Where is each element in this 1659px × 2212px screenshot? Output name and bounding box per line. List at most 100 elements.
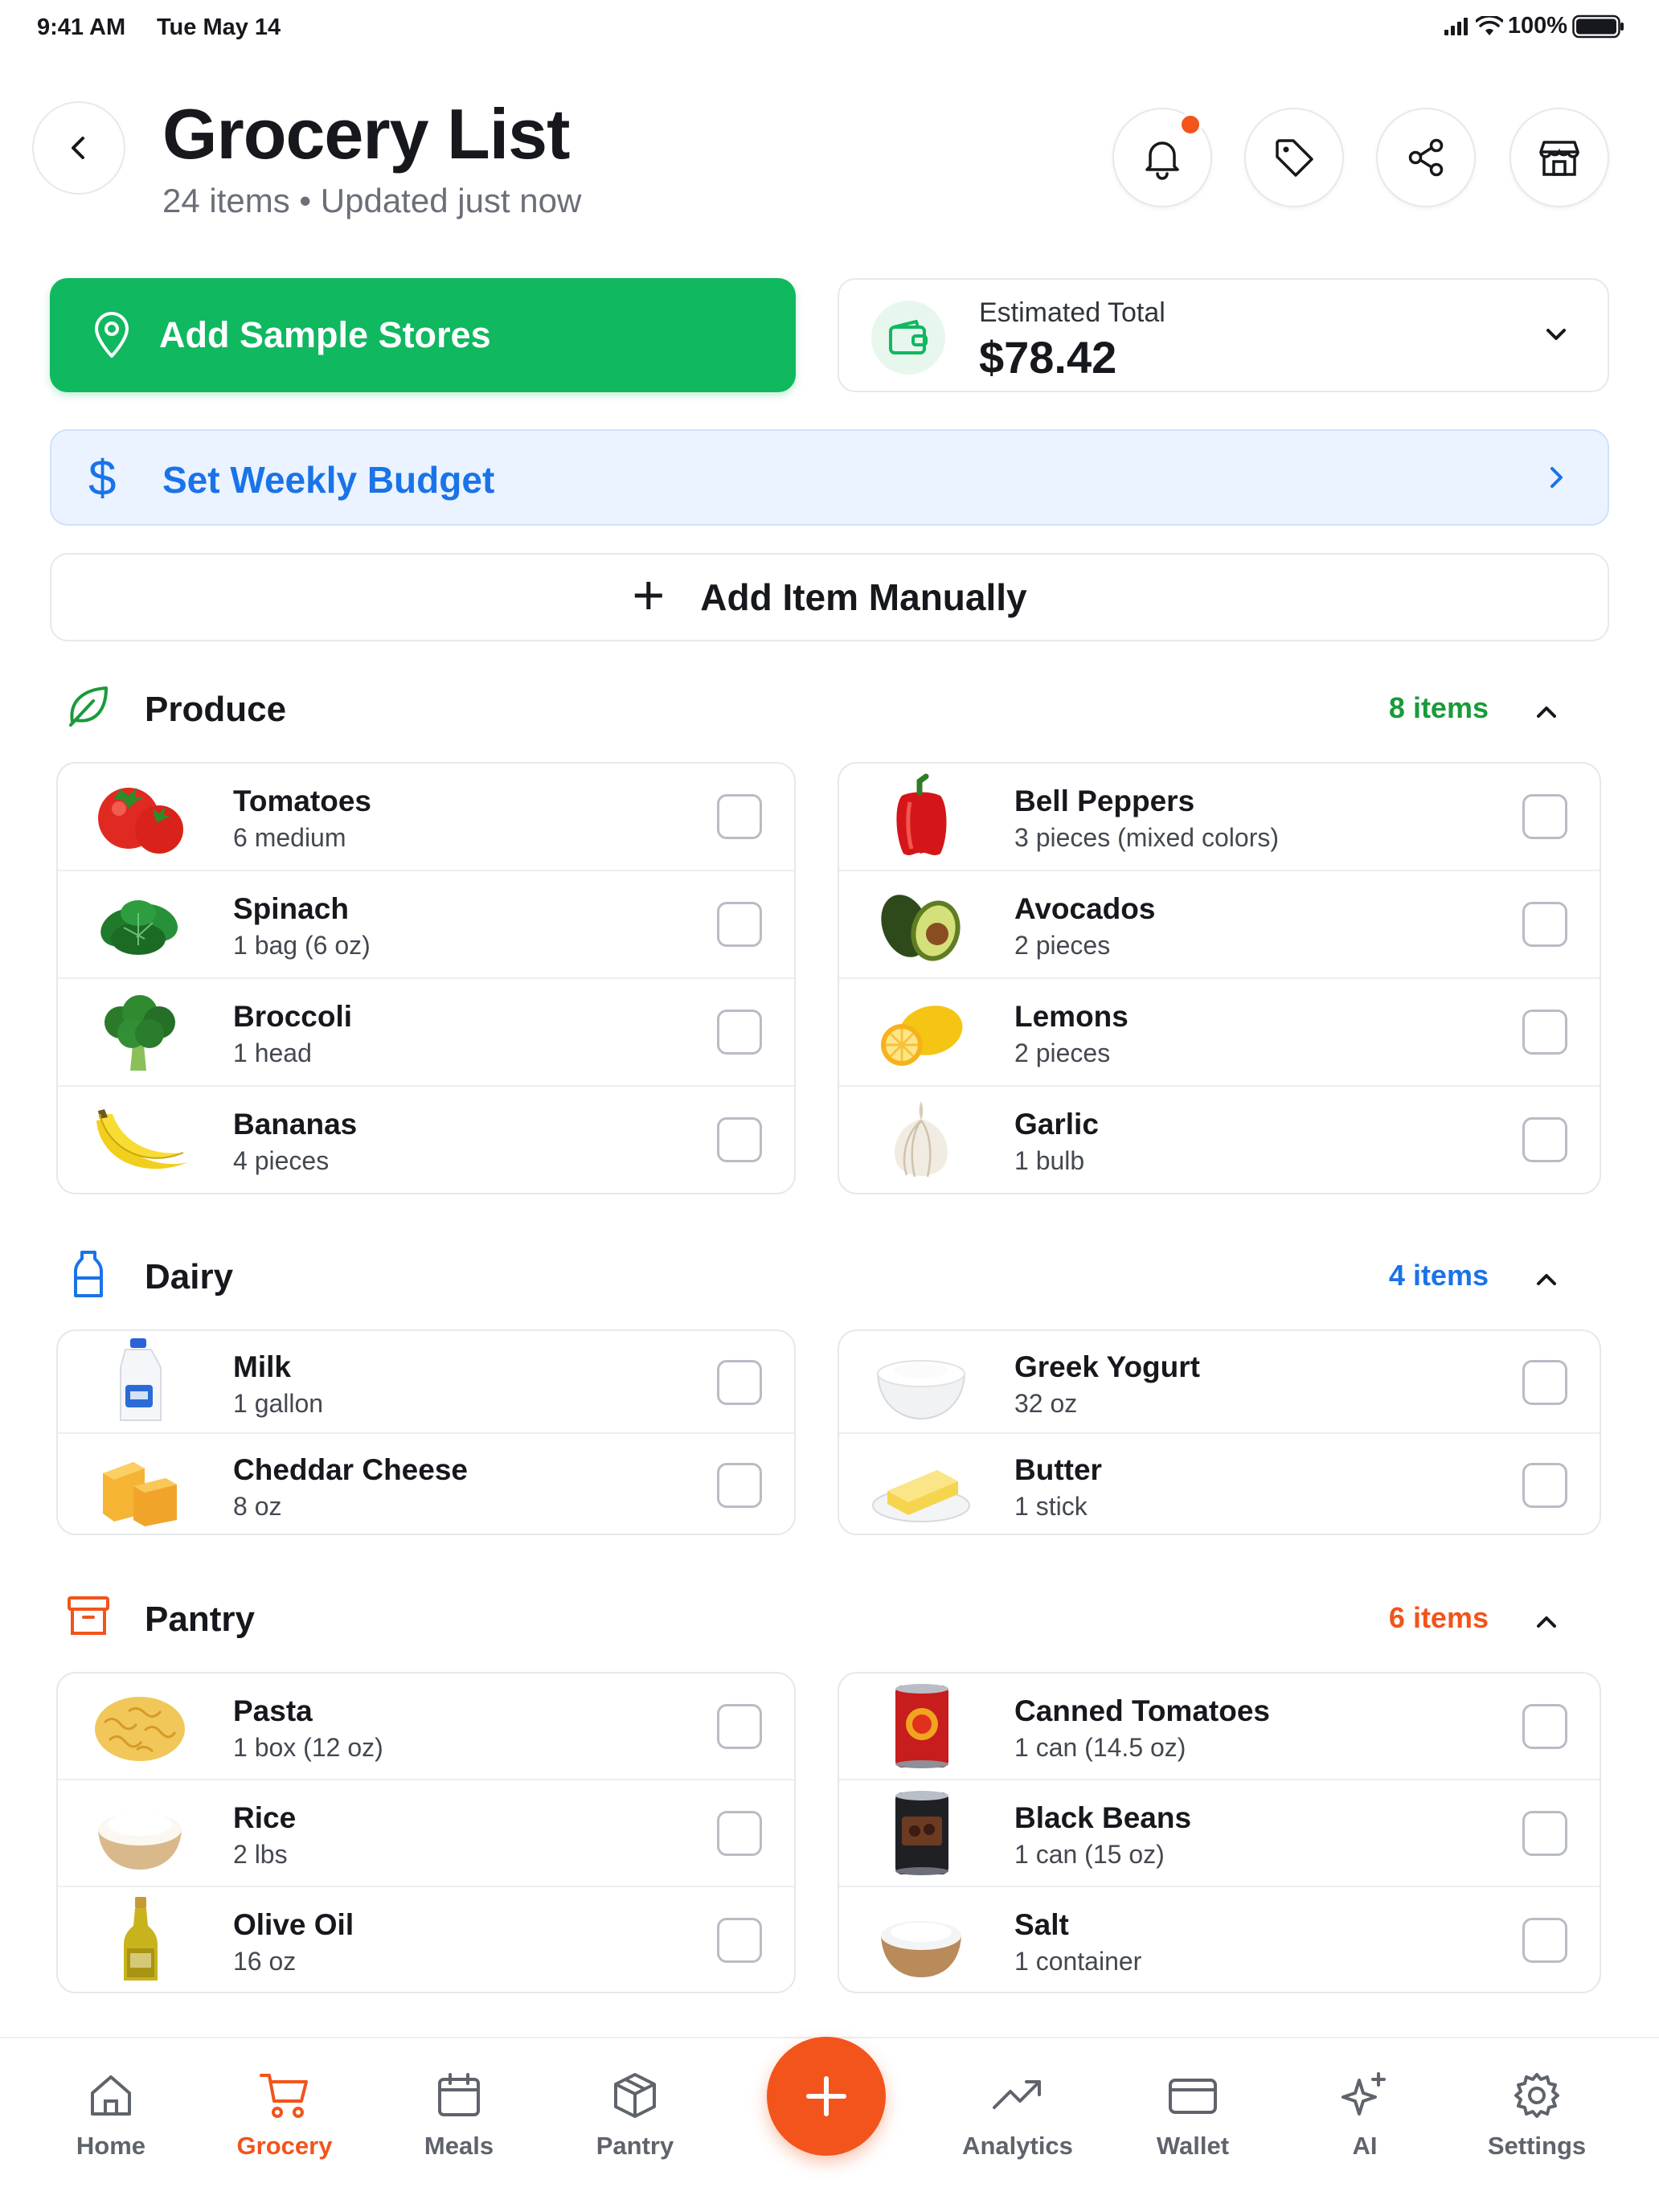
add-item-manually-button[interactable]: + Add Item Manually — [50, 553, 1609, 641]
list-item[interactable]: Bananas 4 pieces — [58, 1087, 794, 1193]
list-item[interactable]: Broccoli 1 head — [58, 979, 794, 1087]
item-checkbox[interactable] — [1522, 1811, 1567, 1856]
notification-badge — [1178, 113, 1202, 137]
milk-jug-icon — [88, 1338, 193, 1427]
item-checkbox[interactable] — [717, 1010, 762, 1055]
nav-pantry[interactable]: Pantry — [563, 2071, 707, 2161]
lemon-icon — [870, 989, 974, 1077]
item-checkbox[interactable] — [717, 1463, 762, 1508]
status-time: 9:41 AM — [37, 14, 126, 40]
dairy-list-right: Greek Yogurt 32 oz Butter 1 stick — [838, 1329, 1601, 1535]
add-sample-stores-button[interactable]: Add Sample Stores — [50, 278, 796, 392]
item-checkbox[interactable] — [717, 1704, 762, 1749]
list-item[interactable]: Spinach 1 bag (6 oz) — [58, 871, 794, 979]
list-item[interactable]: Lemons 2 pieces — [839, 979, 1600, 1087]
list-item[interactable]: Milk 1 gallon — [58, 1331, 794, 1434]
list-item[interactable]: Olive Oil 16 oz — [58, 1887, 794, 1992]
item-quantity: 1 can (15 oz) — [1014, 1840, 1165, 1869]
item-checkbox[interactable] — [1522, 902, 1567, 947]
item-checkbox[interactable] — [1522, 1463, 1567, 1508]
plus-icon: + — [632, 563, 666, 626]
nav-home[interactable]: Home — [39, 2071, 183, 2161]
item-checkbox[interactable] — [1522, 1117, 1567, 1162]
list-item[interactable]: Garlic 1 bulb — [839, 1087, 1600, 1193]
status-indicators: 100% — [1444, 13, 1625, 39]
item-checkbox[interactable] — [717, 1811, 762, 1856]
item-quantity: 16 oz — [233, 1947, 297, 1976]
chevron-right-icon — [1550, 467, 1563, 488]
nav-meals[interactable]: Meals — [387, 2071, 531, 2161]
gear-icon — [1514, 2073, 1559, 2118]
leaf-icon — [69, 686, 108, 727]
nav-grocery[interactable]: Grocery — [212, 2071, 357, 2161]
add-fab-button[interactable] — [767, 2037, 886, 2156]
item-quantity: 1 box (12 oz) — [233, 1733, 383, 1762]
store-button[interactable] — [1509, 108, 1609, 207]
list-item[interactable]: Salt 1 container — [839, 1887, 1600, 1992]
estimated-total-label: Estimated Total — [979, 297, 1165, 328]
section-header-dairy[interactable]: Dairy 4 items — [50, 1243, 1609, 1307]
item-quantity: 3 pieces (mixed colors) — [1014, 823, 1279, 852]
item-quantity: 1 container — [1014, 1947, 1142, 1976]
item-name: Bananas — [233, 1108, 358, 1141]
item-checkbox[interactable] — [1522, 1010, 1567, 1055]
list-item[interactable]: Cheddar Cheese 8 oz — [58, 1434, 794, 1534]
nav-analytics[interactable]: Analytics — [945, 2071, 1090, 2161]
list-item[interactable]: Avocados 2 pieces — [839, 871, 1600, 979]
chevron-up-icon[interactable] — [1530, 1264, 1563, 1296]
item-checkbox[interactable] — [1522, 1704, 1567, 1749]
nav-ai[interactable]: AI — [1292, 2071, 1437, 2161]
share-button[interactable] — [1376, 108, 1476, 207]
page-title: Grocery List — [162, 94, 570, 174]
list-item[interactable]: Rice 2 lbs — [58, 1780, 794, 1887]
list-item[interactable]: Butter 1 stick — [839, 1434, 1600, 1534]
bell-icon — [1145, 141, 1179, 180]
item-name: Olive Oil — [233, 1908, 354, 1941]
package-icon — [614, 2073, 656, 2118]
list-item[interactable]: Tomatoes 6 medium — [58, 764, 794, 871]
section-count: 4 items — [1388, 1259, 1489, 1292]
item-name: Pasta — [233, 1694, 313, 1727]
back-button[interactable] — [32, 101, 125, 195]
signal-icon — [1444, 17, 1468, 35]
item-checkbox[interactable] — [717, 1360, 762, 1405]
section-header-pantry[interactable]: Pantry 6 items — [50, 1585, 1609, 1649]
list-item[interactable]: Canned Tomatoes 1 can (14.5 oz) — [839, 1673, 1600, 1780]
item-checkbox[interactable] — [717, 902, 762, 947]
list-item[interactable]: Pasta 1 box (12 oz) — [58, 1673, 794, 1780]
milk-bottle-icon — [74, 1251, 103, 1297]
item-checkbox[interactable] — [717, 1918, 762, 1963]
item-checkbox[interactable] — [717, 1117, 762, 1162]
nav-settings[interactable]: Settings — [1464, 2071, 1609, 2161]
section-header-produce[interactable]: Produce 8 items — [50, 675, 1609, 739]
yogurt-bowl-icon — [870, 1338, 974, 1427]
list-item[interactable]: Black Beans 1 can (15 oz) — [839, 1780, 1600, 1887]
item-quantity: 2 pieces — [1014, 1038, 1111, 1067]
list-item[interactable]: Greek Yogurt 32 oz — [839, 1331, 1600, 1434]
item-name: Tomatoes — [233, 784, 372, 817]
chevron-up-icon[interactable] — [1530, 1606, 1563, 1638]
item-checkbox[interactable] — [1522, 794, 1567, 839]
pasta-icon — [88, 1682, 193, 1771]
item-quantity: 8 oz — [233, 1492, 282, 1521]
item-checkbox[interactable] — [717, 794, 762, 839]
item-quantity: 1 bag (6 oz) — [233, 931, 371, 960]
nav-wallet[interactable]: Wallet — [1120, 2071, 1265, 2161]
nav-label: Home — [76, 2132, 146, 2160]
item-quantity: 1 stick — [1014, 1492, 1088, 1521]
item-checkbox[interactable] — [1522, 1360, 1567, 1405]
chevron-up-icon[interactable] — [1530, 696, 1563, 728]
list-item[interactable]: Bell Peppers 3 pieces (mixed colors) — [839, 764, 1600, 871]
garlic-icon — [870, 1096, 974, 1185]
notifications-button[interactable] — [1112, 108, 1212, 207]
chevron-left-icon — [72, 137, 84, 159]
item-checkbox[interactable] — [1522, 1918, 1567, 1963]
dairy-list-left: Milk 1 gallon Cheddar Cheese 8 oz — [56, 1329, 796, 1535]
status-date: Tue May 14 — [157, 14, 281, 40]
estimated-total-card[interactable]: Estimated Total $78.42 — [838, 278, 1609, 392]
set-weekly-budget-button[interactable]: $ Set Weekly Budget — [50, 429, 1609, 526]
item-name: Bell Peppers — [1014, 784, 1195, 817]
add-item-manually-label: Add Item Manually — [700, 576, 1027, 618]
tags-button[interactable] — [1244, 108, 1344, 207]
plus-icon — [806, 2076, 846, 2116]
